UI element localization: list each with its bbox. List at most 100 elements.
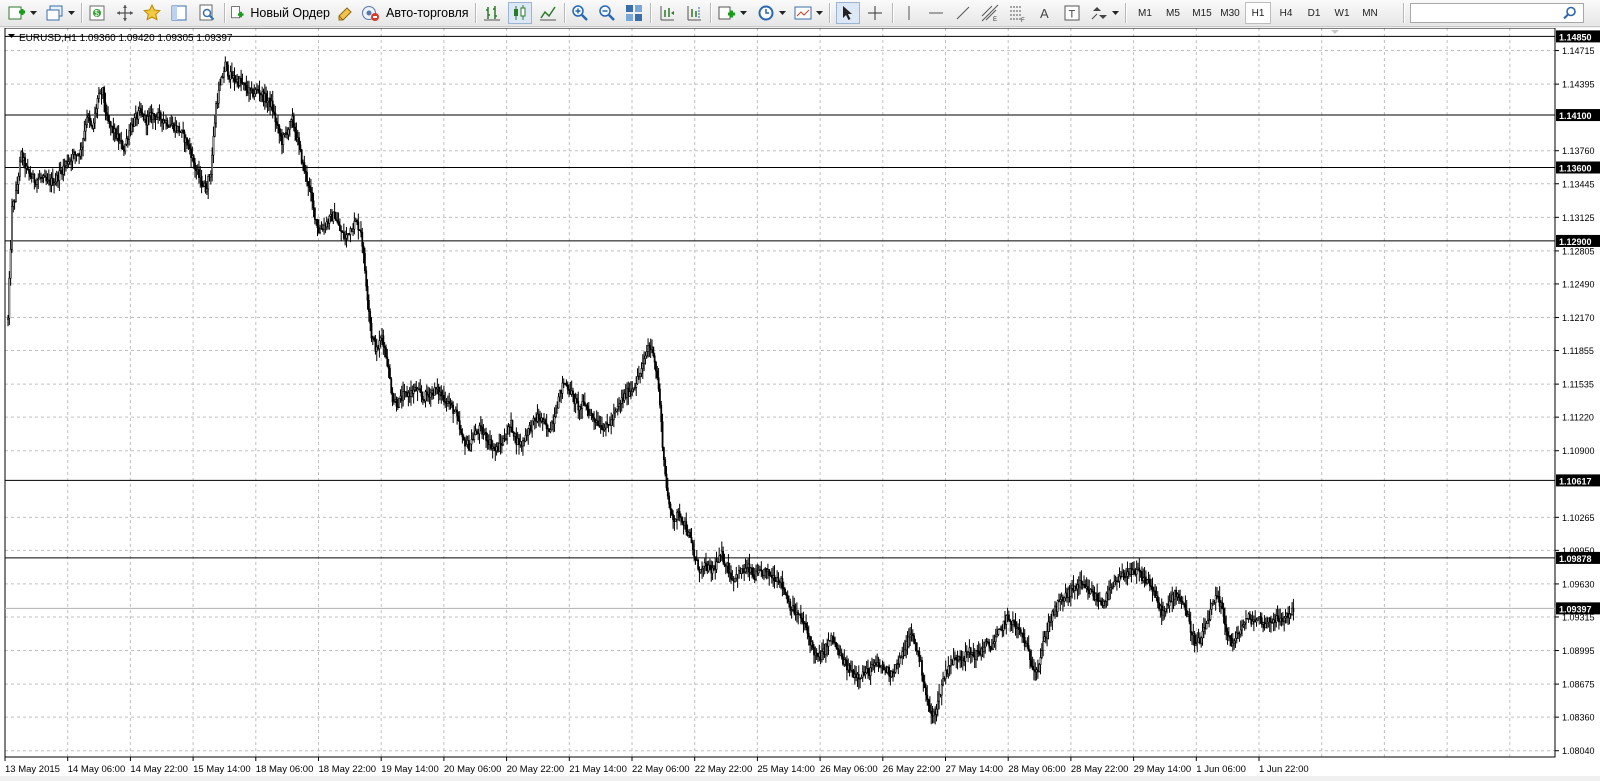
search-icon[interactable] bbox=[1563, 6, 1577, 20]
timeframe-d1[interactable]: D1 bbox=[1301, 2, 1327, 24]
candle-body bbox=[925, 687, 927, 696]
tile-windows-icon[interactable] bbox=[623, 2, 645, 24]
timeframe-m5[interactable]: M5 bbox=[1160, 2, 1186, 24]
candle-body bbox=[894, 664, 897, 673]
candle-body bbox=[79, 149, 82, 157]
price-chart[interactable]: 1.14715 1.14395 1.13760 1.13445 1.13125 1.128… bbox=[0, 27, 1600, 776]
candle-body bbox=[959, 656, 962, 660]
auto-scroll-icon[interactable] bbox=[656, 2, 678, 24]
candle-body bbox=[922, 674, 925, 683]
timeframe-m15[interactable]: M15 bbox=[1188, 2, 1216, 24]
timeframe-m30[interactable]: M30 bbox=[1216, 2, 1244, 24]
chart-shift-icon[interactable] bbox=[683, 2, 705, 24]
strategy-tester-icon[interactable] bbox=[196, 2, 218, 24]
candle-body bbox=[693, 549, 696, 557]
candle-body bbox=[583, 402, 586, 406]
symbol-header: EURUSD,H1 1.09360 1.09420 1.09305 1.0939… bbox=[8, 33, 233, 44]
data-window-icon[interactable] bbox=[168, 2, 190, 24]
candle-body bbox=[977, 650, 980, 654]
timeframe-m1[interactable]: M1 bbox=[1132, 2, 1158, 24]
periods-icon[interactable] bbox=[755, 2, 777, 24]
candle-body bbox=[223, 71, 225, 78]
candle-body bbox=[806, 627, 809, 634]
bar-chart-icon[interactable] bbox=[481, 2, 503, 24]
candle-body bbox=[913, 635, 915, 644]
candle-body bbox=[773, 575, 776, 582]
candle-body bbox=[1039, 657, 1042, 665]
fibonacci-retracement-icon[interactable]: F bbox=[1006, 2, 1028, 24]
candle-body bbox=[644, 355, 647, 359]
candle-body bbox=[153, 113, 156, 117]
candle-body bbox=[1122, 572, 1125, 577]
candle-body bbox=[240, 77, 243, 83]
main-toolbar: $ Новый Ордер Авто-торговля E F A T M1 M… bbox=[0, 0, 1600, 27]
vertical-line-icon[interactable] bbox=[898, 2, 920, 24]
crosshair-icon[interactable] bbox=[864, 2, 886, 24]
candle-body bbox=[781, 578, 784, 588]
candle-body bbox=[1026, 643, 1029, 646]
candle-body bbox=[984, 641, 987, 648]
timeframe-h4[interactable]: H4 bbox=[1273, 2, 1299, 24]
candle-body bbox=[140, 108, 142, 113]
text-icon[interactable]: A bbox=[1034, 2, 1056, 24]
timeframe-mn[interactable]: MN bbox=[1357, 2, 1383, 24]
candle-body bbox=[389, 367, 391, 380]
chevron-down-icon[interactable] bbox=[28, 2, 38, 24]
zoom-in-icon[interactable] bbox=[569, 2, 591, 24]
chevron-down-icon[interactable] bbox=[66, 2, 76, 24]
new-chart-icon[interactable] bbox=[6, 2, 28, 24]
candle-body bbox=[1292, 607, 1295, 612]
candle-body bbox=[15, 189, 17, 202]
chart-window[interactable]: 1.14715 1.14395 1.13760 1.13445 1.13125 1.128… bbox=[0, 27, 1600, 776]
candle-body bbox=[690, 537, 693, 544]
candle-body bbox=[83, 130, 86, 140]
candle-body bbox=[1027, 645, 1030, 652]
candle-body bbox=[312, 200, 315, 209]
auto-trading-button[interactable]: Авто-торговля bbox=[361, 2, 469, 24]
candle-body bbox=[702, 565, 705, 569]
zoom-out-icon[interactable] bbox=[596, 2, 618, 24]
auto-trading-label: Авто-торговля bbox=[386, 6, 469, 20]
candle-body bbox=[656, 370, 659, 378]
line-chart-icon[interactable] bbox=[537, 2, 559, 24]
search-input[interactable] bbox=[1414, 5, 1558, 23]
candle-body bbox=[365, 270, 368, 287]
timeframe-h1[interactable]: H1 bbox=[1245, 2, 1271, 24]
candle-body bbox=[74, 151, 77, 155]
candlestick-chart-icon[interactable] bbox=[508, 2, 532, 24]
candle-body bbox=[233, 75, 236, 82]
candle-body bbox=[635, 383, 638, 388]
candle-body bbox=[992, 643, 995, 650]
text-label-icon[interactable]: T bbox=[1061, 2, 1083, 24]
candle-body bbox=[1142, 577, 1145, 581]
candle-body bbox=[685, 521, 688, 532]
candle-body bbox=[1031, 665, 1034, 670]
horizontal-line-icon[interactable] bbox=[925, 2, 947, 24]
chevron-down-icon[interactable] bbox=[1110, 2, 1120, 24]
candle-body bbox=[105, 112, 108, 116]
timeframe-w1[interactable]: W1 bbox=[1329, 2, 1355, 24]
favorites-icon[interactable] bbox=[141, 2, 163, 24]
chevron-down-icon[interactable] bbox=[738, 2, 748, 24]
equidistant-channel-icon[interactable]: E bbox=[979, 2, 1001, 24]
metaeditor-icon[interactable] bbox=[334, 2, 356, 24]
candle-body bbox=[1249, 613, 1251, 620]
candle-body bbox=[1264, 623, 1267, 629]
market-watch-icon[interactable]: $ bbox=[86, 2, 108, 24]
time-tick-label: 20 May 06:00 bbox=[444, 764, 502, 775]
trendline-icon[interactable] bbox=[952, 2, 974, 24]
new-order-button[interactable]: Новый Ордер bbox=[230, 2, 330, 24]
candle-body bbox=[722, 550, 725, 563]
chevron-down-icon[interactable] bbox=[777, 2, 787, 24]
candle-body bbox=[29, 173, 32, 177]
candle-body bbox=[1231, 642, 1234, 646]
profiles-icon[interactable] bbox=[44, 2, 66, 24]
arrows-icon[interactable] bbox=[1088, 2, 1110, 24]
templates-icon[interactable] bbox=[792, 2, 814, 24]
navigator-icon[interactable] bbox=[114, 2, 136, 24]
candle-body bbox=[531, 420, 534, 432]
indicators-icon[interactable] bbox=[716, 2, 738, 24]
chevron-down-icon[interactable] bbox=[814, 2, 824, 24]
cursor-icon[interactable] bbox=[836, 2, 860, 24]
price-level-label: 1.10617 bbox=[1559, 476, 1592, 486]
